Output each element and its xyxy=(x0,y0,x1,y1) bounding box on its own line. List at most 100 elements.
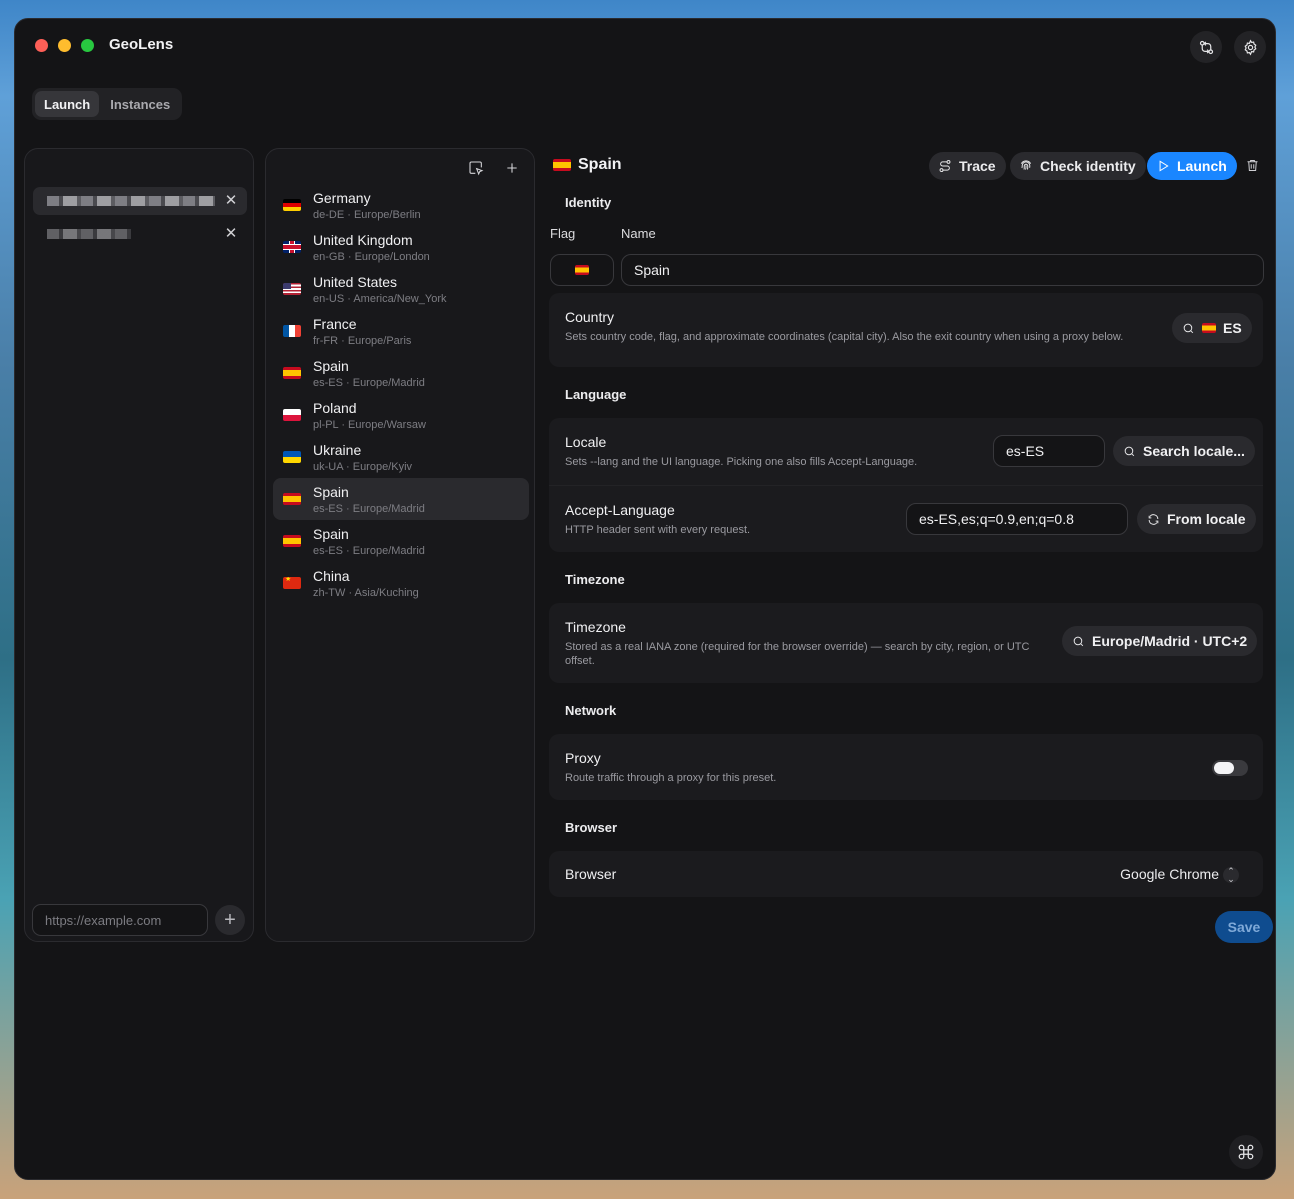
redacted-url xyxy=(47,196,215,206)
preset-item[interactable]: Poland pl-PL · Europe/Warsaw xyxy=(273,394,529,436)
tab-launch[interactable]: Launch xyxy=(35,91,100,117)
command-menu-button[interactable] xyxy=(1229,1135,1263,1169)
editor-header: Spain Trace Check identity Launch xyxy=(549,148,1269,184)
preset-item-selected[interactable]: Spain es-ES · Europe/Madrid xyxy=(273,478,529,520)
save-button[interactable]: Save xyxy=(1215,911,1273,943)
check-identity-label: Check identity xyxy=(1040,158,1136,174)
import-preset-button[interactable] xyxy=(462,157,490,179)
country-desc: Sets country code, flag, and approximate… xyxy=(565,331,1124,343)
import-icon xyxy=(469,161,484,176)
presets-toolbar xyxy=(462,157,526,179)
preset-editor: Spain Trace Check identity Launch Identi… xyxy=(549,148,1273,948)
remove-site-button[interactable]: ✕ xyxy=(223,193,239,209)
zoom-window-button[interactable] xyxy=(81,39,94,52)
preset-sub: zh-TW · Asia/Kuching xyxy=(313,586,419,599)
preset-list: Germany de-DE · Europe/Berlin United King… xyxy=(273,184,529,604)
plus-icon: + xyxy=(224,908,236,931)
country-search-button[interactable]: ES xyxy=(1172,313,1252,343)
main-tabs: Launch Instances xyxy=(32,88,183,120)
preset-name: Spain xyxy=(313,525,349,542)
timezone-title: Timezone xyxy=(565,619,626,635)
site-row[interactable]: ✕ xyxy=(33,220,247,248)
add-preset-button[interactable] xyxy=(498,157,526,179)
trace-button[interactable]: Trace xyxy=(929,152,1006,180)
site-row[interactable]: ✕ xyxy=(33,187,247,215)
locale-title: Locale xyxy=(565,434,607,450)
flag-de-icon xyxy=(283,199,301,211)
preset-name: France xyxy=(313,315,357,332)
browser-card: Browser Google Chrome ⌃ ⌄ xyxy=(549,851,1263,897)
preset-sub: es-ES · Europe/Madrid xyxy=(313,376,425,389)
redacted-url xyxy=(47,229,131,239)
close-window-button[interactable] xyxy=(35,39,48,52)
chevron-up-down-icon[interactable]: ⌃ ⌄ xyxy=(1223,867,1239,884)
search-locale-label: Search locale... xyxy=(1143,443,1245,459)
accept-language-input[interactable]: es-ES,es;q=0.9,en;q=0.8 xyxy=(906,503,1128,535)
tab-instances[interactable]: Instances xyxy=(101,91,179,117)
trash-icon xyxy=(1247,160,1258,171)
preset-sub: pl-PL · Europe/Warsaw xyxy=(313,418,426,431)
check-identity-button[interactable]: Check identity xyxy=(1010,152,1146,180)
preset-item[interactable]: United Kingdom en-GB · Europe/London xyxy=(273,226,529,268)
flag-es-icon xyxy=(1202,323,1216,333)
editor-title: Spain xyxy=(553,156,622,174)
preset-item[interactable]: Ukraine uk-UA · Europe/Kyiv xyxy=(273,436,529,478)
preset-sub: es-ES · Europe/Madrid xyxy=(313,544,425,557)
locale-desc: Sets --lang and the UI language. Picking… xyxy=(565,456,918,468)
preset-item[interactable]: Spain es-ES · Europe/Madrid xyxy=(273,352,529,394)
search-icon xyxy=(1073,636,1084,646)
delete-preset-button[interactable] xyxy=(1245,158,1261,174)
preset-item[interactable]: China zh-TW · Asia/Kuching xyxy=(273,562,529,604)
git-compare-icon xyxy=(1199,40,1213,54)
flag-es-icon xyxy=(553,159,571,171)
preset-item[interactable]: Spain es-ES · Europe/Madrid xyxy=(273,520,529,562)
compare-button[interactable] xyxy=(1190,31,1222,63)
proxy-desc: Route traffic through a proxy for this p… xyxy=(565,772,777,784)
plus-icon xyxy=(507,163,517,173)
timezone-section-title: Timezone xyxy=(565,572,625,587)
launch-button[interactable]: Launch xyxy=(1147,152,1237,180)
flag-picker[interactable] xyxy=(550,254,614,286)
route-icon xyxy=(939,159,951,173)
accept-language-title: Accept-Language xyxy=(565,502,675,518)
flag-label: Flag xyxy=(550,226,576,241)
search-icon xyxy=(1183,323,1194,333)
search-locale-button[interactable]: Search locale... xyxy=(1113,436,1255,466)
flag-ua-icon xyxy=(283,451,301,463)
timezone-search-button[interactable]: Europe/Madrid · UTC+2 xyxy=(1062,626,1258,656)
minimize-window-button[interactable] xyxy=(58,39,71,52)
trace-label: Trace xyxy=(959,158,996,174)
proxy-toggle[interactable] xyxy=(1212,760,1248,776)
app-title: GeoLens xyxy=(109,36,174,53)
add-site-button[interactable]: + xyxy=(215,905,245,935)
remove-site-button[interactable]: ✕ xyxy=(223,226,239,242)
flag-cn-icon xyxy=(283,577,301,589)
command-icon xyxy=(1238,1144,1254,1160)
url-input[interactable] xyxy=(32,904,208,936)
flag-es-icon xyxy=(283,493,301,505)
preset-name: United States xyxy=(313,273,398,290)
name-input[interactable]: Spain xyxy=(621,254,1264,286)
settings-button[interactable] xyxy=(1234,31,1266,63)
preset-item[interactable]: France fr-FR · Europe/Paris xyxy=(273,310,529,352)
browser-select[interactable]: Google Chrome xyxy=(1120,866,1219,882)
preset-item[interactable]: Germany de-DE · Europe/Berlin xyxy=(273,184,529,226)
name-label: Name xyxy=(621,226,656,241)
preset-item[interactable]: United States en-US · America/New_York xyxy=(273,268,529,310)
preset-name: Spain xyxy=(313,483,349,500)
timezone-value: Europe/Madrid · UTC+2 xyxy=(1092,633,1248,649)
flag-us-icon xyxy=(283,283,301,295)
titlebar: GeoLens xyxy=(15,19,1275,71)
locale-input[interactable]: es-ES xyxy=(993,435,1105,467)
preset-name: United Kingdom xyxy=(313,231,413,248)
flag-es-icon xyxy=(283,535,301,547)
app-window: GeoLens Launch Instances ✕ ✕ + xyxy=(14,18,1276,1180)
flag-pl-icon xyxy=(283,409,301,421)
country-title: Country xyxy=(565,309,615,325)
launch-label: Launch xyxy=(1177,158,1227,174)
flag-gb-icon xyxy=(283,241,301,253)
presets-panel: Germany de-DE · Europe/Berlin United King… xyxy=(265,148,535,942)
from-locale-button[interactable]: From locale xyxy=(1137,504,1256,534)
timezone-card: Timezone Stored as a real IANA zone (req… xyxy=(549,603,1263,683)
fingerprint-icon xyxy=(1020,160,1032,170)
